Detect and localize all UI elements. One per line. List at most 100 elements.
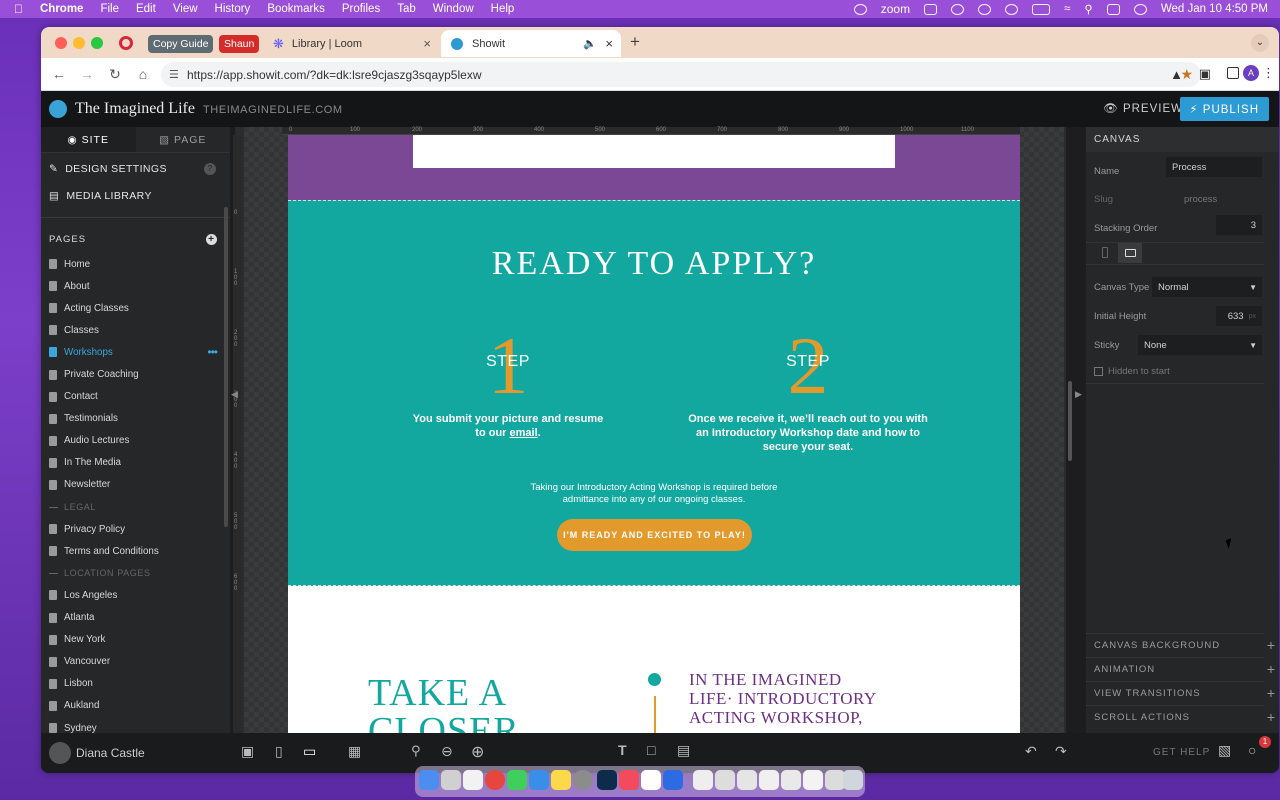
name-input[interactable]: Process — [1166, 157, 1262, 177]
page-folder-location-pages[interactable]: LOCATION PAGES — [41, 562, 230, 584]
help-book-icon[interactable]: ▧ — [1218, 742, 1231, 759]
user-name[interactable]: Diana Castle — [76, 746, 145, 760]
notion-icon[interactable] — [641, 770, 661, 790]
window-icon[interactable] — [825, 770, 845, 790]
page-item-contact[interactable]: Contact — [41, 386, 230, 408]
photos-icon[interactable] — [463, 770, 483, 790]
canvas-process-section[interactable]: READY TO APPLY? 1 STEP You submit your p… — [288, 200, 1020, 586]
zoom-label[interactable]: zoom — [881, 2, 910, 16]
screenshot-icon[interactable] — [715, 770, 735, 790]
battery-icon[interactable] — [1032, 3, 1051, 15]
sidepanel-icon[interactable] — [1227, 67, 1239, 79]
canvas-scrollbar[interactable] — [1068, 381, 1072, 461]
add-image-icon[interactable]: ▤ — [677, 742, 690, 759]
photoshop-icon[interactable] — [597, 770, 617, 790]
notion-icon[interactable] — [924, 3, 938, 15]
menu-profiles[interactable]: Profiles — [342, 3, 380, 15]
grid-icon[interactable]: ▦ — [348, 743, 361, 760]
chat-icon[interactable]: ○ — [1248, 742, 1256, 758]
section-view-transitions[interactable]: VIEW TRANSITIONS + — [1086, 681, 1275, 704]
add-page-icon[interactable]: + — [206, 233, 217, 245]
add-shape-icon[interactable]: □ — [647, 742, 655, 758]
get-help-link[interactable]: GET HELP — [1153, 747, 1210, 758]
siri-icon[interactable] — [1133, 3, 1147, 15]
menu-bookmarks[interactable]: Bookmarks — [267, 3, 325, 15]
tab-loom[interactable]: ❋ Library | Loom × — [263, 30, 441, 57]
cta-ready-button[interactable]: I'M READY AND EXCITED TO PLAY! — [557, 519, 752, 551]
page-item-privacy-policy[interactable]: Privacy Policy — [41, 518, 230, 540]
tablet-view-icon[interactable]: ▣ — [241, 743, 254, 760]
zoom-in-icon[interactable]: ⊕ — [471, 742, 484, 762]
white-box-element[interactable] — [413, 135, 895, 168]
close-tab-icon[interactable]: × — [423, 36, 431, 51]
page-item-newsletter[interactable]: Newsletter — [41, 474, 230, 496]
workshop-heading[interactable]: IN THE IMAGINED LIFE· INTRODUCTORY ACTIN… — [689, 670, 877, 727]
chrome-menu-icon[interactable]: ⋮ — [1262, 65, 1275, 81]
menu-history[interactable]: History — [215, 3, 251, 15]
menubar-datetime[interactable]: Wed Jan 10 4:50 PM — [1161, 3, 1268, 15]
expand-plus-icon[interactable]: + — [1267, 685, 1276, 701]
more-options-icon[interactable]: ••• — [207, 345, 218, 359]
page-item-aukland[interactable]: Aukland — [41, 695, 230, 717]
window-icon[interactable] — [803, 770, 823, 790]
publish-button[interactable]: ⚡ PUBLISH — [1179, 97, 1269, 121]
window-icon[interactable] — [759, 770, 779, 790]
wifi-icon[interactable]: ≈ — [1064, 3, 1070, 15]
page-item-los-angeles[interactable]: Los Angeles — [41, 584, 230, 606]
redo-icon[interactable]: ↷ — [1055, 743, 1067, 760]
home-icon[interactable]: ⌂ — [129, 66, 157, 82]
page-item-classes[interactable]: Classes — [41, 319, 230, 341]
maximize-window-button[interactable] — [91, 37, 103, 49]
notes-icon[interactable] — [551, 770, 571, 790]
mail-icon[interactable] — [529, 770, 549, 790]
section-scroll-actions[interactable]: SCROLL ACTIONS + — [1086, 705, 1275, 728]
email-link[interactable]: email — [510, 427, 538, 439]
chrome-icon[interactable] — [485, 770, 505, 790]
search-icon[interactable]: ⚲ — [1084, 2, 1092, 16]
creative-cloud-icon[interactable] — [951, 3, 965, 15]
menu-edit[interactable]: Edit — [136, 3, 156, 15]
page-item-about[interactable]: About — [41, 275, 230, 297]
minimize-window-button[interactable] — [73, 37, 85, 49]
menu-tab[interactable]: Tab — [397, 3, 416, 15]
window-icon[interactable] — [737, 770, 757, 790]
section-animation[interactable]: ANIMATION + — [1086, 657, 1275, 680]
tab-search-icon[interactable]: ⌄ — [1251, 34, 1269, 52]
add-text-icon[interactable]: T — [618, 742, 627, 758]
apple-icon[interactable]:  — [14, 2, 28, 16]
zoom-out-icon[interactable]: ⊖ — [441, 743, 453, 760]
control-center-icon[interactable] — [1106, 3, 1120, 15]
design-settings-item[interactable]: ✎ DESIGN SETTINGS ? — [41, 155, 230, 182]
close-tab-icon[interactable]: × — [605, 36, 613, 51]
media-library-item[interactable]: ▤ MEDIA LIBRARY — [41, 182, 230, 209]
github-icon[interactable] — [978, 3, 992, 15]
take-a-closer-heading[interactable]: TAKE A CLOSER — [368, 674, 520, 733]
step-1-description[interactable]: You submit your picture and resume to ou… — [408, 412, 608, 440]
finder-icon[interactable] — [419, 770, 439, 790]
mobile-view-icon[interactable]: ▯ — [275, 743, 283, 760]
stacking-order-input[interactable]: 3 — [1216, 215, 1262, 235]
requirement-note[interactable]: Taking our Introductory Acting Workshop … — [288, 482, 1020, 506]
zoom-icon[interactable] — [663, 770, 683, 790]
folder-icon[interactable] — [693, 770, 713, 790]
trash-icon[interactable] — [843, 770, 863, 790]
desktop-view-icon[interactable]: ▭ — [303, 743, 316, 760]
hidden-to-start-checkbox[interactable] — [1094, 366, 1103, 376]
hidden-to-start-row[interactable]: Hidden to start — [1094, 363, 1170, 379]
orange-line-shape[interactable] — [654, 696, 656, 733]
site-url[interactable]: THEIMAGINEDLIFE.COM — [203, 104, 343, 116]
page-item-in-the-media[interactable]: In The Media — [41, 452, 230, 474]
page-item-private-coaching[interactable]: Private Coaching — [41, 363, 230, 385]
speaker-icon[interactable]: 🔈 — [583, 37, 597, 50]
expand-plus-icon[interactable]: + — [1267, 637, 1276, 653]
page-item-new-york[interactable]: New York — [41, 629, 230, 651]
menu-help[interactable]: Help — [491, 3, 515, 15]
page-item-atlanta[interactable]: Atlanta — [41, 607, 230, 629]
page-item-workshops[interactable]: Workshops ••• — [41, 341, 230, 363]
page-item-vancouver[interactable]: Vancouver — [41, 651, 230, 673]
page-folder-legal[interactable]: LEGAL — [41, 496, 230, 518]
collapse-right-panel-icon[interactable]: ▶ — [1075, 389, 1082, 400]
section-canvas-background[interactable]: CANVAS BACKGROUND + — [1086, 633, 1275, 656]
page-item-audio-lectures[interactable]: Audio Lectures — [41, 430, 230, 452]
forward-icon[interactable]: → — [73, 66, 101, 82]
